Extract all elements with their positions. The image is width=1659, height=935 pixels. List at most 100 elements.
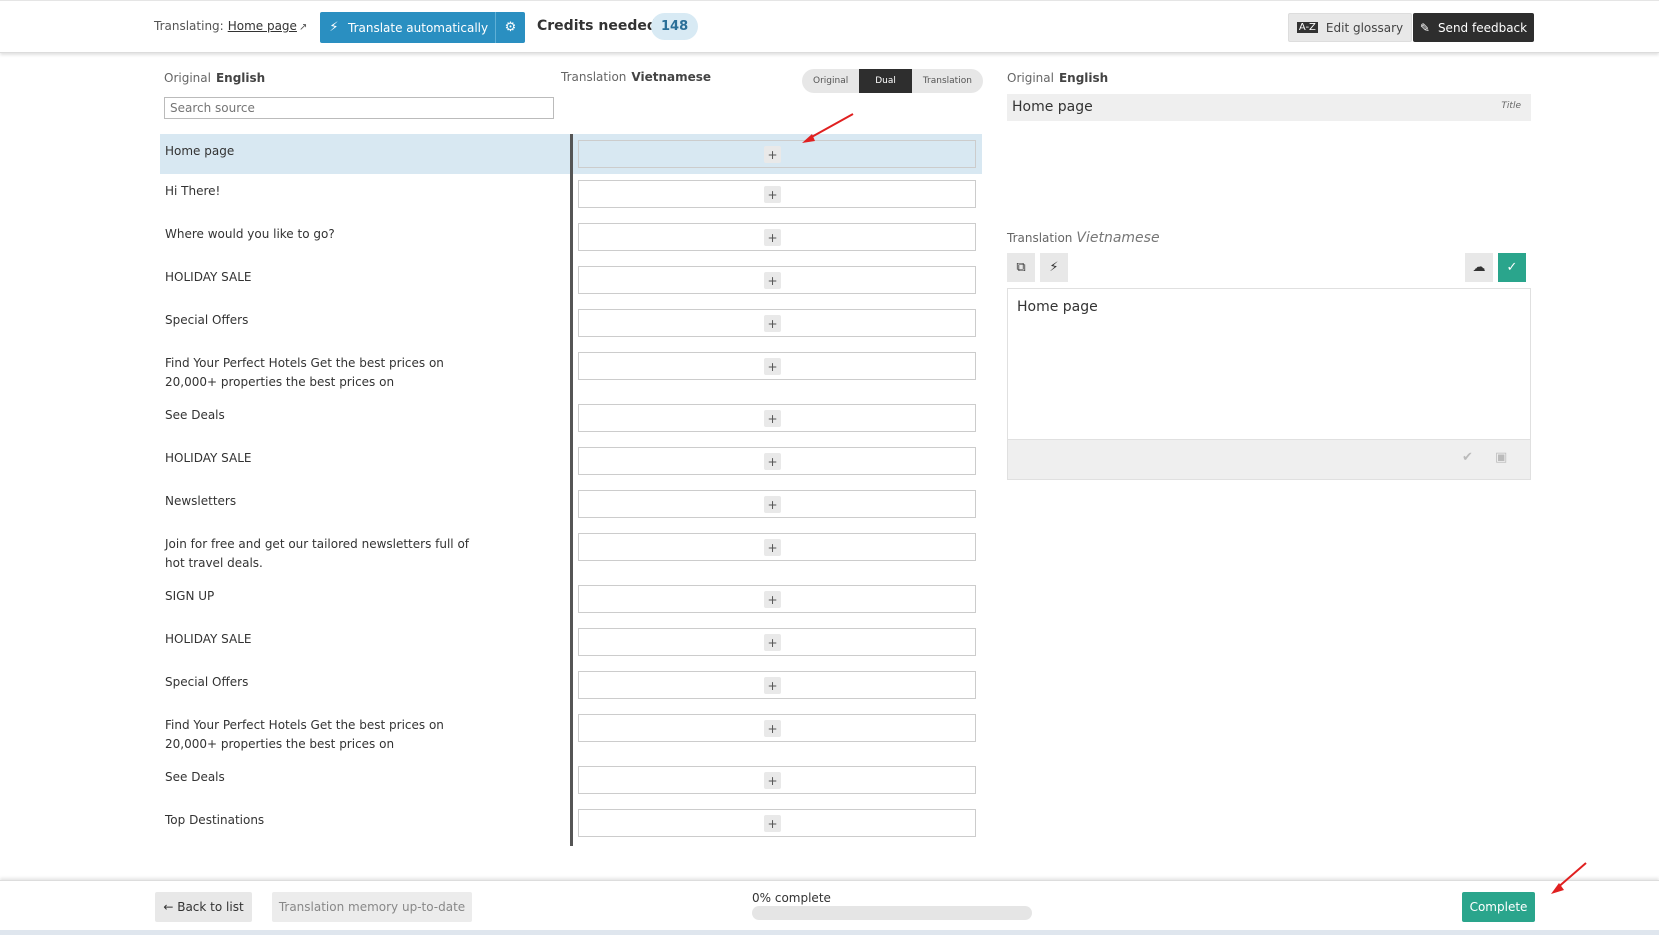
segment-row[interactable]: NewslettersHeading (h2)+ (160, 484, 982, 527)
send-feedback-label: Send feedback (1437, 20, 1528, 35)
segment-divider (570, 346, 573, 398)
translation-memory-button[interactable]: Translation memory up-to-date (272, 892, 472, 922)
segment-translation-box[interactable]: + (578, 447, 976, 475)
send-feedback-button[interactable]: ✎ Send feedback (1413, 13, 1534, 42)
complete-button[interactable]: Complete (1462, 892, 1535, 922)
view-original-option[interactable]: Original (802, 69, 859, 93)
segment-translation-box[interactable]: + (578, 533, 976, 561)
translation-label: Translation (561, 70, 627, 84)
editor-toolbar: ✔ ▣ (1007, 440, 1531, 480)
lightning-icon: ⚡ (329, 20, 339, 35)
segment-row[interactable]: HOLIDAY SALEButton+ (160, 441, 982, 484)
segment-translation-box[interactable]: + (578, 140, 976, 168)
source-language: English (215, 71, 266, 85)
segment-row[interactable]: HOLIDAY SALEButton+ (160, 622, 982, 665)
edit-glossary-button[interactable]: A-Z Edit glossary (1288, 13, 1412, 42)
translate-automatically-label: Translate automatically (348, 20, 489, 35)
segment-row[interactable]: Top DestinationsHeading (h2)+ (160, 803, 982, 846)
segment-translation-box[interactable]: + (578, 585, 976, 613)
segment-translation-box[interactable]: + (578, 223, 976, 251)
add-translation-icon[interactable]: + (764, 410, 781, 427)
segment-source-text: Special Offers (165, 675, 249, 689)
segment-source-text: See Deals (165, 408, 225, 422)
add-translation-icon[interactable]: + (764, 772, 781, 789)
view-dual-option[interactable]: Dual (859, 69, 912, 93)
segment-source-text: Newsletters (165, 494, 237, 508)
segment-row[interactable]: Hi There!Heading (h2)+ (160, 174, 982, 217)
original-text-field: Home page Title (1007, 94, 1531, 121)
segment-source-text: Find Your Perfect Hotels Get the best pr… (165, 356, 444, 389)
segment-translation-box[interactable]: + (578, 352, 976, 380)
copy-source-button[interactable]: ⧉ (1007, 253, 1035, 282)
add-translation-icon[interactable]: + (764, 815, 781, 832)
add-translation-icon[interactable]: + (764, 146, 781, 163)
segment-source-text: Top Destinations (165, 813, 265, 827)
segment-translation-box[interactable]: + (578, 490, 976, 518)
translation-language: Vietnamese (631, 70, 712, 84)
search-source-input[interactable] (164, 97, 554, 119)
view-mode-toggle[interactable]: Original Dual Translation (802, 69, 983, 93)
add-translation-icon[interactable]: + (764, 186, 781, 203)
copy-icon: ⧉ (1016, 260, 1026, 275)
editor-original-label: Original English (1007, 71, 1108, 85)
segment-row[interactable]: See DealsButton+ (160, 760, 982, 803)
back-to-list-button[interactable]: ← Back to list (155, 892, 252, 922)
top-bar: Translating: Home page ↗ ⚡ Translate autom… (0, 0, 1659, 53)
segment-translation-box[interactable]: + (578, 404, 976, 432)
segment-divider (570, 579, 573, 622)
segment-row[interactable]: See DealsButton+ (160, 398, 982, 441)
add-translation-icon[interactable]: + (764, 272, 781, 289)
segment-translation-box[interactable]: + (578, 309, 976, 337)
segment-divider (570, 174, 573, 217)
segment-source-text: HOLIDAY SALE (165, 451, 252, 465)
translating-label: Translating: (154, 19, 224, 33)
segment-translation-box[interactable]: + (578, 266, 976, 294)
segment-translation-box[interactable]: + (578, 714, 976, 742)
auto-translate-segment-button[interactable]: ⚡ (1040, 253, 1068, 282)
spellcheck-icon[interactable]: ✔ (1462, 450, 1473, 465)
original-tag: Title (1501, 101, 1521, 111)
segment-row[interactable]: Find Your Perfect Hotels Get the best pr… (160, 708, 982, 760)
segment-row[interactable]: Special OffersHeading (h2)+ (160, 303, 982, 346)
add-translation-icon[interactable]: + (764, 453, 781, 470)
segment-translation-box[interactable]: + (578, 671, 976, 699)
add-translation-icon[interactable]: + (764, 591, 781, 608)
segment-source-text: SIGN UP (165, 589, 215, 603)
segment-translation-box[interactable]: + (578, 809, 976, 837)
add-translation-icon[interactable]: + (764, 358, 781, 375)
translate-automatically-button[interactable]: ⚡ Translate automatically ⚙ (320, 12, 525, 43)
confirm-translation-button[interactable]: ✓ (1498, 253, 1526, 282)
segment-source-text: Special Offers (165, 313, 249, 327)
segment-divider (570, 760, 573, 803)
add-translation-icon[interactable]: + (764, 539, 781, 556)
add-translation-icon[interactable]: + (764, 496, 781, 513)
comment-icon[interactable]: ▣ (1495, 450, 1507, 465)
segment-divider (570, 665, 573, 708)
translation-editor[interactable]: Home page (1007, 288, 1531, 440)
segment-source-text: Home page (165, 144, 235, 158)
original-text: Home page (1012, 99, 1093, 115)
segment-translation-box[interactable]: + (578, 180, 976, 208)
add-translation-icon[interactable]: + (764, 315, 781, 332)
save-draft-button[interactable]: ☁ (1465, 253, 1493, 282)
gear-icon[interactable]: ⚙ (495, 12, 525, 43)
segment-translation-box[interactable]: + (578, 766, 976, 794)
view-translation-option[interactable]: Translation (912, 69, 983, 93)
external-link-icon[interactable]: ↗ (299, 22, 307, 33)
segment-divider (570, 441, 573, 484)
add-translation-icon[interactable]: + (764, 720, 781, 737)
segment-row[interactable]: Find Your Perfect Hotels Get the best pr… (160, 346, 982, 398)
add-translation-icon[interactable]: + (764, 229, 781, 246)
add-translation-icon[interactable]: + (764, 634, 781, 651)
add-translation-icon[interactable]: + (764, 677, 781, 694)
segment-row[interactable]: SIGN UPButton+ (160, 579, 982, 622)
segment-translation-box[interactable]: + (578, 628, 976, 656)
segment-row[interactable]: Join for free and get our tailored newsl… (160, 527, 982, 579)
segment-divider (570, 398, 573, 441)
segment-row[interactable]: Home pageTitle+ (160, 134, 982, 174)
page-link[interactable]: Home page (228, 19, 297, 33)
footer-bar: ← Back to list Translation memory up-to-… (0, 880, 1659, 935)
segment-row[interactable]: Where would you like to go?Heading (h2)+ (160, 217, 982, 260)
segment-row[interactable]: HOLIDAY SALEButton+ (160, 260, 982, 303)
segment-row[interactable]: Special OffersHeading (h2)+ (160, 665, 982, 708)
